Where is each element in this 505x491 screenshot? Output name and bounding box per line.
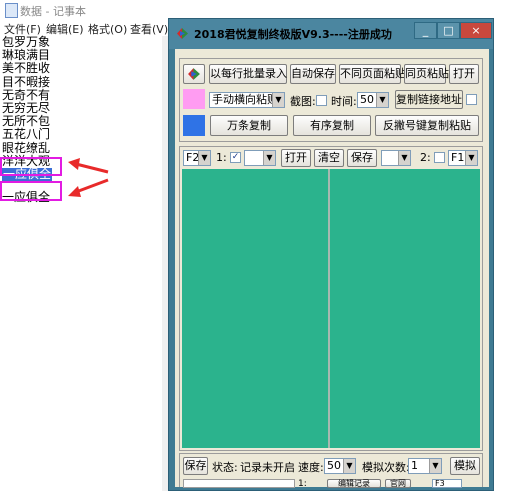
- app-logo-icon: [188, 68, 200, 80]
- notepad-titlebar: 数据 - 记事本: [0, 0, 505, 20]
- notepad-title: 数据 - 记事本: [20, 5, 86, 18]
- app-window: 2018君悦复制终极版V9.3----注册成功 _ □ × 以每行批量录入 自动…: [168, 18, 494, 491]
- text-line: 美不胜收: [2, 61, 51, 76]
- speed-select[interactable]: 50 ▼: [324, 458, 356, 474]
- chevron-down-icon[interactable]: ▼: [429, 459, 441, 473]
- sim-count-select[interactable]: 1 ▼: [408, 458, 442, 474]
- speed-label: 速度:: [298, 461, 324, 474]
- copy-link-button[interactable]: 复制链接地址: [395, 90, 463, 109]
- app-logo-icon: [177, 28, 188, 39]
- logo-button[interactable]: [183, 64, 205, 84]
- chevron-down-icon[interactable]: ▼: [398, 151, 410, 165]
- bulk-copy-button[interactable]: 万条复制: [210, 115, 288, 136]
- highlight-box-pasted: [0, 181, 62, 201]
- sim-count-label: 模拟次数:: [362, 461, 410, 474]
- paste-mode-value: 手动横向粘贴: [212, 93, 278, 106]
- toolbar-save-button[interactable]: 保存: [347, 149, 377, 167]
- slot1-label: 1:: [216, 151, 227, 164]
- speed-value: 50: [327, 459, 341, 472]
- bottom-save-button[interactable]: 保存: [183, 457, 208, 475]
- auto-save-button[interactable]: 自动保存: [290, 64, 336, 84]
- time-value: 50: [360, 93, 374, 106]
- paste-same-page-button[interactable]: 同页粘贴: [404, 64, 449, 84]
- paste-other-page-button[interactable]: 不同页面粘贴: [339, 64, 406, 84]
- official-site-button[interactable]: 官网: [385, 479, 411, 488]
- slot2-select[interactable]: ▼: [381, 150, 411, 166]
- close-button[interactable]: ×: [460, 22, 492, 39]
- chevron-down-icon[interactable]: ▼: [272, 93, 284, 107]
- text-line: 眼花缭乱: [2, 140, 51, 155]
- menu-format[interactable]: 格式(O): [88, 21, 127, 37]
- arrow-icon: [68, 158, 109, 197]
- copy-link-checkbox[interactable]: [466, 94, 477, 105]
- time-select[interactable]: 50 ▼: [357, 92, 389, 108]
- text-line: 五花八门: [2, 127, 51, 142]
- slot1-checkbox[interactable]: ✓: [230, 152, 241, 163]
- simulate-button[interactable]: 模拟: [450, 457, 480, 475]
- right-text-area[interactable]: [330, 169, 480, 448]
- hotkey-left-select[interactable]: F2 ▼: [183, 150, 211, 166]
- paste-mode-select[interactable]: 手动横向粘贴 ▼: [209, 92, 285, 108]
- status-value: 记录未开启: [240, 461, 295, 474]
- maximize-button[interactable]: □: [437, 22, 460, 39]
- screenshot-checkbox[interactable]: [316, 95, 327, 106]
- slot2-label: 2:: [420, 151, 431, 164]
- hotkey-bottom-value: F3: [435, 479, 445, 488]
- hotkey-right-select[interactable]: F1 ▼: [448, 150, 478, 166]
- minimize-button[interactable]: _: [414, 22, 437, 39]
- text-line: 目不暇接: [2, 74, 51, 89]
- status-label: 状态:: [212, 461, 238, 474]
- record-list[interactable]: [183, 479, 295, 488]
- hotkey-bottom-select[interactable]: F3: [432, 479, 462, 488]
- menu-edit[interactable]: 编辑(E): [46, 21, 84, 37]
- chevron-down-icon[interactable]: ▼: [198, 151, 210, 165]
- screenshot-label: 截图:: [290, 95, 316, 108]
- chevron-down-icon[interactable]: ▼: [376, 93, 388, 107]
- control-panel: 以每行批量录入 自动保存 不同页面粘贴 同页粘贴 打开 手动横向粘贴 ▼ 截图:…: [179, 58, 483, 142]
- notepad-icon: [5, 3, 18, 18]
- chevron-down-icon[interactable]: ▼: [465, 151, 477, 165]
- app-title: 2018君悦复制终极版V9.3----注册成功: [194, 28, 392, 41]
- highlight-box-selected: [0, 157, 62, 176]
- sim-count-value: 1: [411, 459, 418, 472]
- notepad-menubar: 文件(F) 编辑(E) 格式(O) 查看(V): [0, 20, 170, 36]
- chevron-down-icon[interactable]: ▼: [263, 151, 275, 165]
- batch-input-button[interactable]: 以每行批量录入: [209, 64, 287, 84]
- menu-view[interactable]: 查看(V): [130, 21, 168, 37]
- slot1-label: 1:: [298, 479, 307, 489]
- clear-button[interactable]: 清空: [314, 149, 344, 167]
- ordered-copy-button[interactable]: 有序复制: [293, 115, 371, 136]
- hotkey-right-value: F1: [451, 151, 465, 164]
- bottom-panel: 保存 状态: 记录未开启 速度: 50 ▼ 模拟次数: 1 ▼ 模拟 1: 编辑…: [179, 453, 483, 489]
- app-titlebar: 2018君悦复制终极版V9.3----注册成功 _ □ ×: [169, 19, 493, 49]
- slot1-select[interactable]: ▼: [244, 150, 276, 166]
- toolbar-open-button[interactable]: 打开: [281, 149, 311, 167]
- left-text-area[interactable]: [182, 169, 328, 448]
- open-button[interactable]: 打开: [449, 64, 479, 84]
- chevron-down-icon[interactable]: ▼: [343, 459, 355, 473]
- pink-color-swatch[interactable]: [183, 89, 205, 109]
- slot2-checkbox[interactable]: [434, 152, 445, 163]
- editor-panel: F2 ▼ 1: ✓ ▼ 打开 清空 保存 ▼ 2: F1 ▼: [179, 146, 483, 451]
- edit-record-button[interactable]: 编辑记录: [327, 479, 381, 488]
- reverse-copy-button[interactable]: 反撇号键复制粘贴: [375, 115, 479, 136]
- app-body: 以每行批量录入 自动保存 不同页面粘贴 同页粘贴 打开 手动横向粘贴 ▼ 截图:…: [175, 49, 489, 489]
- time-label: 时间:: [331, 95, 357, 108]
- blue-color-swatch[interactable]: [183, 115, 205, 136]
